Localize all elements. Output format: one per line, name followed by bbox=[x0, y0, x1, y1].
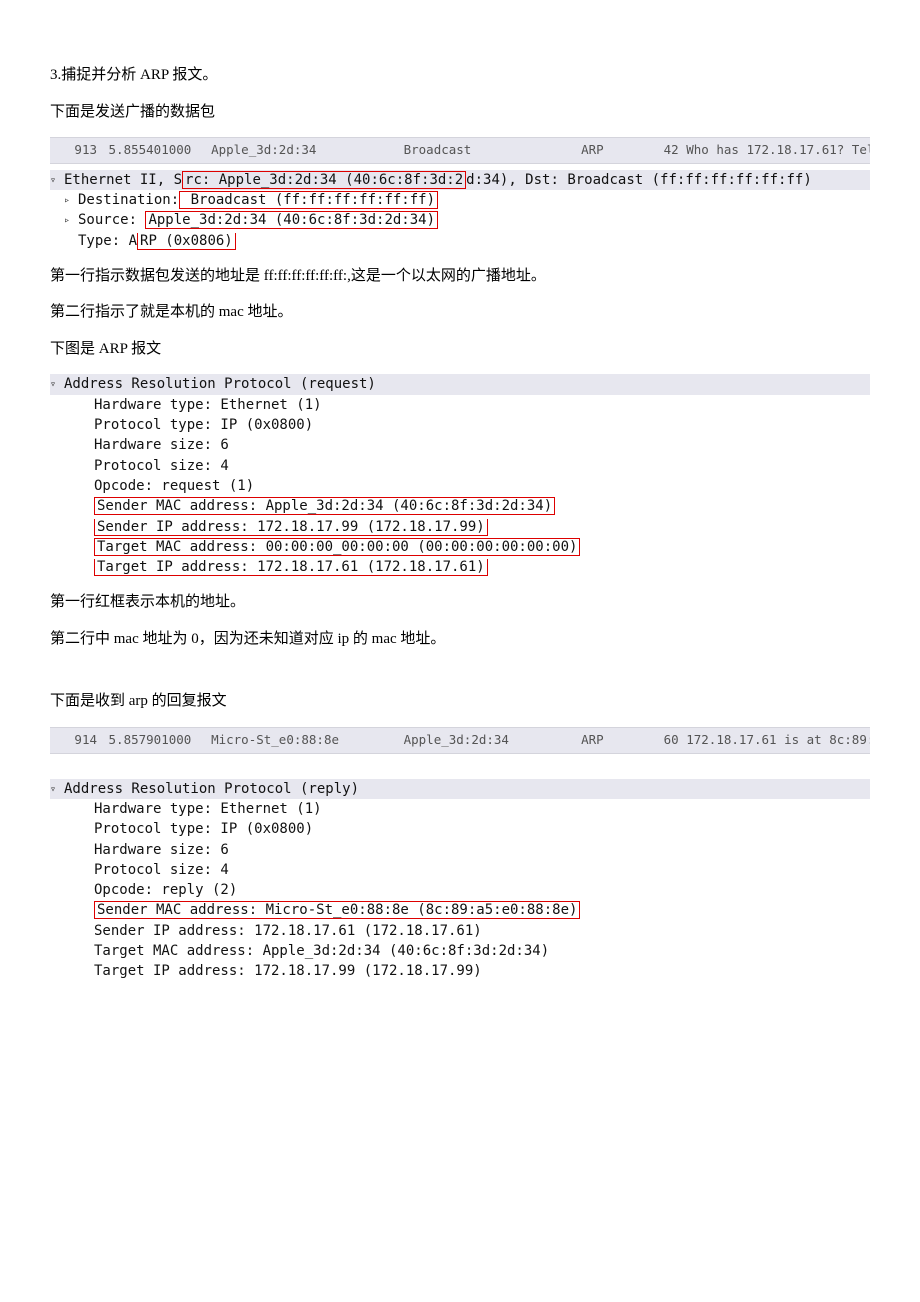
highlight-box: Apple_3d:2d:34 (40:6c:8f:3d:2d:34) bbox=[145, 211, 438, 229]
tree-row: Protocol type: IP (0x0800) bbox=[50, 415, 870, 435]
highlight-box: Sender MAC address: Apple_3d:2d:34 (40:6… bbox=[94, 497, 555, 515]
tree-row: Opcode: reply (2) bbox=[50, 880, 870, 900]
highlight-box: RP (0x0806) bbox=[137, 233, 236, 250]
body-text: 第一行红框表示本机的地址。 bbox=[50, 591, 870, 614]
body-text: 下图是 ARP 报文 bbox=[50, 338, 870, 361]
body-text: 第二行中 mac 地址为 0，因为还未知道对应 ip 的 mac 地址。 bbox=[50, 628, 870, 651]
col-time: 5.855401000 bbox=[105, 141, 204, 160]
tree-row: Opcode: request (1) bbox=[50, 476, 870, 496]
text: Source: bbox=[78, 212, 145, 228]
highlight-box: Sender MAC address: Micro-St_e0:88:8e (8… bbox=[94, 901, 580, 919]
highlight-box: Target IP address: 172.18.17.61 (172.18.… bbox=[94, 559, 488, 576]
body-text: 3.捕捉并分析 ARP 报文。 bbox=[50, 64, 870, 87]
highlight-box: rc: Apple_3d:2d:34 (40:6c:8f:3d:2 bbox=[182, 171, 466, 189]
highlight-box: Broadcast (ff:ff:ff:ff:ff:ff) bbox=[179, 191, 438, 209]
col-protocol: ARP bbox=[581, 731, 656, 750]
tree-row: Hardware type: Ethernet (1) bbox=[50, 395, 870, 415]
tree-row: Protocol type: IP (0x0800) bbox=[50, 819, 870, 839]
text: d:34), Dst: Broadcast (ff:ff:ff:ff:ff:ff… bbox=[466, 172, 812, 188]
highlight-box: Sender IP address: 172.18.17.99 (172.18.… bbox=[94, 519, 488, 536]
packet-row: 913 5.855401000 Apple_3d:2d:34 Broadcast… bbox=[50, 137, 870, 164]
tree-row[interactable]: Source: Apple_3d:2d:34 (40:6c:8f:3d:2d:3… bbox=[50, 210, 870, 230]
tree-row: Protocol size: 4 bbox=[50, 456, 870, 476]
body-text: 第二行指示了就是本机的 mac 地址。 bbox=[50, 301, 870, 324]
tree-row: Protocol size: 4 bbox=[50, 860, 870, 880]
tree-row[interactable]: Destination: Broadcast (ff:ff:ff:ff:ff:f… bbox=[50, 190, 870, 210]
text: Ethernet II, S bbox=[64, 172, 182, 188]
tree-row: Type: ARP (0x0806) bbox=[50, 231, 870, 251]
col-info: 60 172.18.17.61 is at 8c:89:a5:e0:88:8e bbox=[664, 731, 870, 750]
text: Address Resolution Protocol (request) bbox=[64, 376, 376, 392]
tree-row: Hardware size: 6 bbox=[50, 840, 870, 860]
col-source: Micro-St_e0:88:8e bbox=[211, 731, 396, 750]
tree-row[interactable]: Address Resolution Protocol (reply) bbox=[50, 779, 870, 799]
tree-row: Sender IP address: 172.18.17.61 (172.18.… bbox=[50, 921, 870, 941]
tree-row: Hardware type: Ethernet (1) bbox=[50, 799, 870, 819]
tree-row: Sender MAC address: Apple_3d:2d:34 (40:6… bbox=[50, 496, 870, 516]
tree-row: Target MAC address: Apple_3d:2d:34 (40:6… bbox=[50, 941, 870, 961]
col-destination: Broadcast bbox=[404, 141, 574, 160]
col-info: 42 Who has 172.18.17.61? Tell 172.18.17.… bbox=[664, 141, 870, 160]
body-text: 下面是发送广播的数据包 bbox=[50, 101, 870, 124]
body-text: 第一行指示数据包发送的地址是 ff:ff:ff:ff:ff:ff:,这是一个以太… bbox=[50, 265, 870, 288]
highlight-box: Target MAC address: 00:00:00_00:00:00 (0… bbox=[94, 538, 580, 556]
tree-row: Target IP address: 172.18.17.61 (172.18.… bbox=[50, 557, 870, 577]
tree-row[interactable]: Ethernet II, Src: Apple_3d:2d:34 (40:6c:… bbox=[50, 170, 870, 190]
body-text: 下面是收到 arp 的回复报文 bbox=[50, 690, 870, 713]
tree-row: Target MAC address: 00:00:00_00:00:00 (0… bbox=[50, 537, 870, 557]
tree-row: Sender MAC address: Micro-St_e0:88:8e (8… bbox=[50, 900, 870, 920]
tree-row: Sender IP address: 172.18.17.99 (172.18.… bbox=[50, 517, 870, 537]
col-protocol: ARP bbox=[581, 141, 656, 160]
text: Type: A bbox=[78, 233, 137, 249]
col-no: 914 bbox=[52, 731, 97, 750]
tree-row: Target IP address: 172.18.17.99 (172.18.… bbox=[50, 961, 870, 981]
col-source: Apple_3d:2d:34 bbox=[211, 141, 396, 160]
col-destination: Apple_3d:2d:34 bbox=[404, 731, 574, 750]
text: Address Resolution Protocol (reply) bbox=[64, 781, 359, 797]
tree-row: Hardware size: 6 bbox=[50, 435, 870, 455]
packet-row: 914 5.857901000 Micro-St_e0:88:8e Apple_… bbox=[50, 727, 870, 754]
tree-row[interactable]: Address Resolution Protocol (request) bbox=[50, 374, 870, 394]
col-time: 5.857901000 bbox=[105, 731, 204, 750]
text: Destination: bbox=[78, 192, 179, 208]
col-no: 913 bbox=[52, 141, 97, 160]
